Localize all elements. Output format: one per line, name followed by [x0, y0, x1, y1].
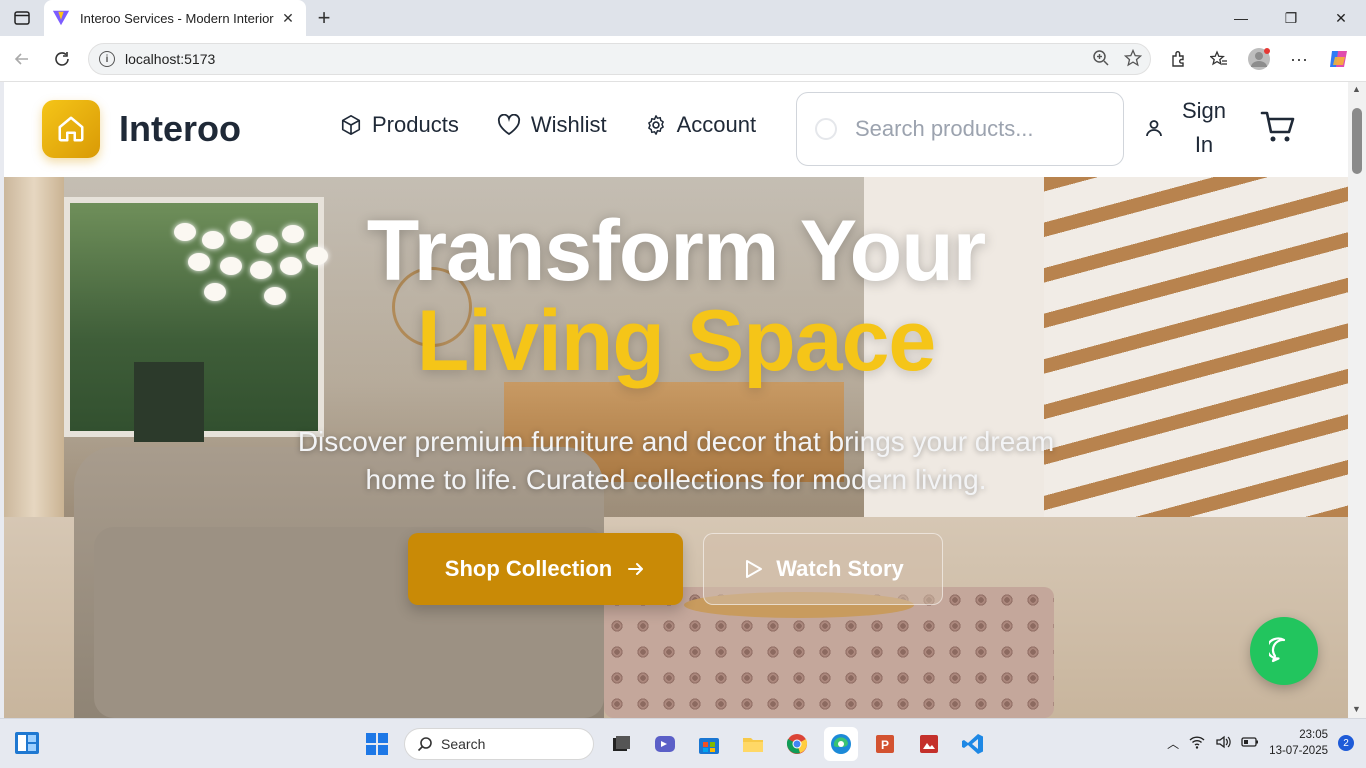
chat-button[interactable] [1250, 617, 1318, 685]
taskbar: Search P ︿ 23:05 13-07-2025 2 [0, 718, 1366, 768]
search-input[interactable] [855, 116, 1095, 142]
chat-bubble-icon [1269, 637, 1286, 663]
hero-subtitle: Discover premium furniture and decor tha… [297, 426, 1055, 495]
powerpoint-icon[interactable]: P [868, 727, 902, 761]
start-icon[interactable] [360, 727, 394, 761]
hero-section: Transform Your Living Space Discover pre… [4, 177, 1348, 718]
new-tab-button[interactable]: + [306, 0, 342, 36]
scroll-down-icon[interactable]: ▼ [1352, 704, 1361, 714]
box-icon [341, 115, 361, 135]
home-icon [58, 116, 84, 142]
minimize-icon[interactable]: — [1216, 0, 1266, 36]
sign-in-label: Sign In [1178, 94, 1230, 162]
vscode-icon[interactable] [956, 727, 990, 761]
hero-buttons: Shop Collection Watch Story [408, 533, 943, 605]
image-app-icon[interactable] [912, 727, 946, 761]
nav-wishlist-label: Wishlist [530, 112, 607, 137]
extensions-icon[interactable] [1162, 42, 1196, 76]
sign-in-label-line1: Sign [1181, 98, 1227, 123]
teams-icon[interactable] [648, 727, 682, 761]
taskbar-search-label: Search [441, 736, 486, 752]
battery-icon[interactable] [1241, 736, 1259, 751]
watch-story-label: Watch Story [776, 556, 904, 581]
system-clock[interactable]: 23:05 13-07-2025 [1269, 727, 1328, 759]
user-icon [1146, 120, 1162, 137]
nav-wishlist[interactable]: Wishlist [497, 112, 607, 138]
nav-products-label: Products [372, 112, 459, 137]
tab-close-icon[interactable]: ✕ [278, 10, 298, 27]
play-icon [746, 560, 763, 578]
browser-tab[interactable]: Interoo Services - Modern Interior ✕ [44, 0, 306, 36]
clock-time: 23:05 [1299, 729, 1328, 741]
nav-account[interactable]: Account [645, 112, 757, 138]
vite-icon [52, 10, 70, 26]
url-text: localhost:5173 [125, 51, 216, 67]
tab-title: Interoo Services - Modern Interior [80, 10, 274, 26]
profile-avatar-icon[interactable] [1242, 42, 1276, 76]
window-controls: — ❐ ✕ [1216, 0, 1366, 36]
cart-icon[interactable] [1260, 110, 1296, 149]
watch-story-button[interactable]: Watch Story [703, 533, 943, 605]
back-icon[interactable] [2, 39, 42, 79]
browser-tab-bar: Interoo Services - Modern Interior ✕ + —… [0, 0, 1366, 36]
taskbar-search[interactable]: Search [404, 728, 594, 760]
restore-icon[interactable]: ❐ [1266, 0, 1316, 36]
notification-badge[interactable]: 2 [1338, 735, 1354, 751]
svg-text:P: P [881, 738, 889, 752]
search-box[interactable] [796, 92, 1124, 166]
nav-products[interactable]: Products [340, 112, 459, 138]
search-icon [417, 737, 432, 752]
volume-icon[interactable] [1215, 735, 1231, 752]
wifi-icon[interactable] [1189, 735, 1205, 752]
page-scrollbar[interactable]: ▲ ▼ [1348, 82, 1366, 718]
gear-icon [647, 115, 664, 135]
favorites-icon[interactable] [1202, 42, 1236, 76]
shop-collection-label: Shop Collection [444, 556, 613, 581]
logo[interactable] [42, 100, 100, 158]
arrow-right-icon [628, 563, 644, 575]
edge-icon[interactable] [824, 727, 858, 761]
address-bar[interactable]: i localhost:5173 [88, 43, 1151, 75]
heart-icon [497, 114, 520, 136]
close-window-icon[interactable]: ✕ [1316, 0, 1366, 36]
scroll-up-icon[interactable]: ▲ [1352, 84, 1361, 94]
web-page: Interoo Products Wishlist Account Sign [4, 82, 1348, 718]
store-icon[interactable] [692, 727, 726, 761]
main-nav: Products Wishlist Account [340, 112, 756, 138]
tab-actions-icon[interactable] [0, 0, 44, 36]
file-explorer-icon[interactable] [736, 727, 770, 761]
brand-name[interactable]: Interoo [119, 108, 241, 150]
chevron-up-icon[interactable]: ︿ [1167, 735, 1179, 752]
chrome-icon[interactable] [780, 727, 814, 761]
hero-content: Transform Your Living Space Discover pre… [4, 207, 1348, 499]
site-header: Interoo Products Wishlist Account Sign [4, 82, 1348, 177]
site-info-icon[interactable]: i [99, 51, 115, 67]
task-view-icon[interactable] [604, 727, 638, 761]
search-icon [815, 118, 837, 140]
widgets-icon[interactable] [14, 731, 40, 760]
shop-collection-button[interactable]: Shop Collection [408, 533, 683, 605]
sign-in-button[interactable]: Sign In [1144, 94, 1230, 162]
favorite-star-icon[interactable] [1123, 48, 1143, 72]
more-options-icon[interactable]: ··· [1282, 42, 1316, 76]
hero-title-line2: Living Space [416, 293, 937, 389]
zoom-icon[interactable] [1092, 49, 1110, 72]
address-bar-row: i localhost:5173 ··· [0, 36, 1366, 82]
clock-date: 13-07-2025 [1269, 745, 1328, 757]
hero-title-line1: Transform Your [366, 203, 986, 299]
sign-in-label-line2: In [1194, 132, 1214, 157]
reload-icon[interactable] [42, 39, 82, 79]
nav-account-label: Account [676, 112, 757, 137]
copilot-icon[interactable] [1322, 42, 1356, 76]
scroll-thumb[interactable] [1352, 108, 1362, 174]
